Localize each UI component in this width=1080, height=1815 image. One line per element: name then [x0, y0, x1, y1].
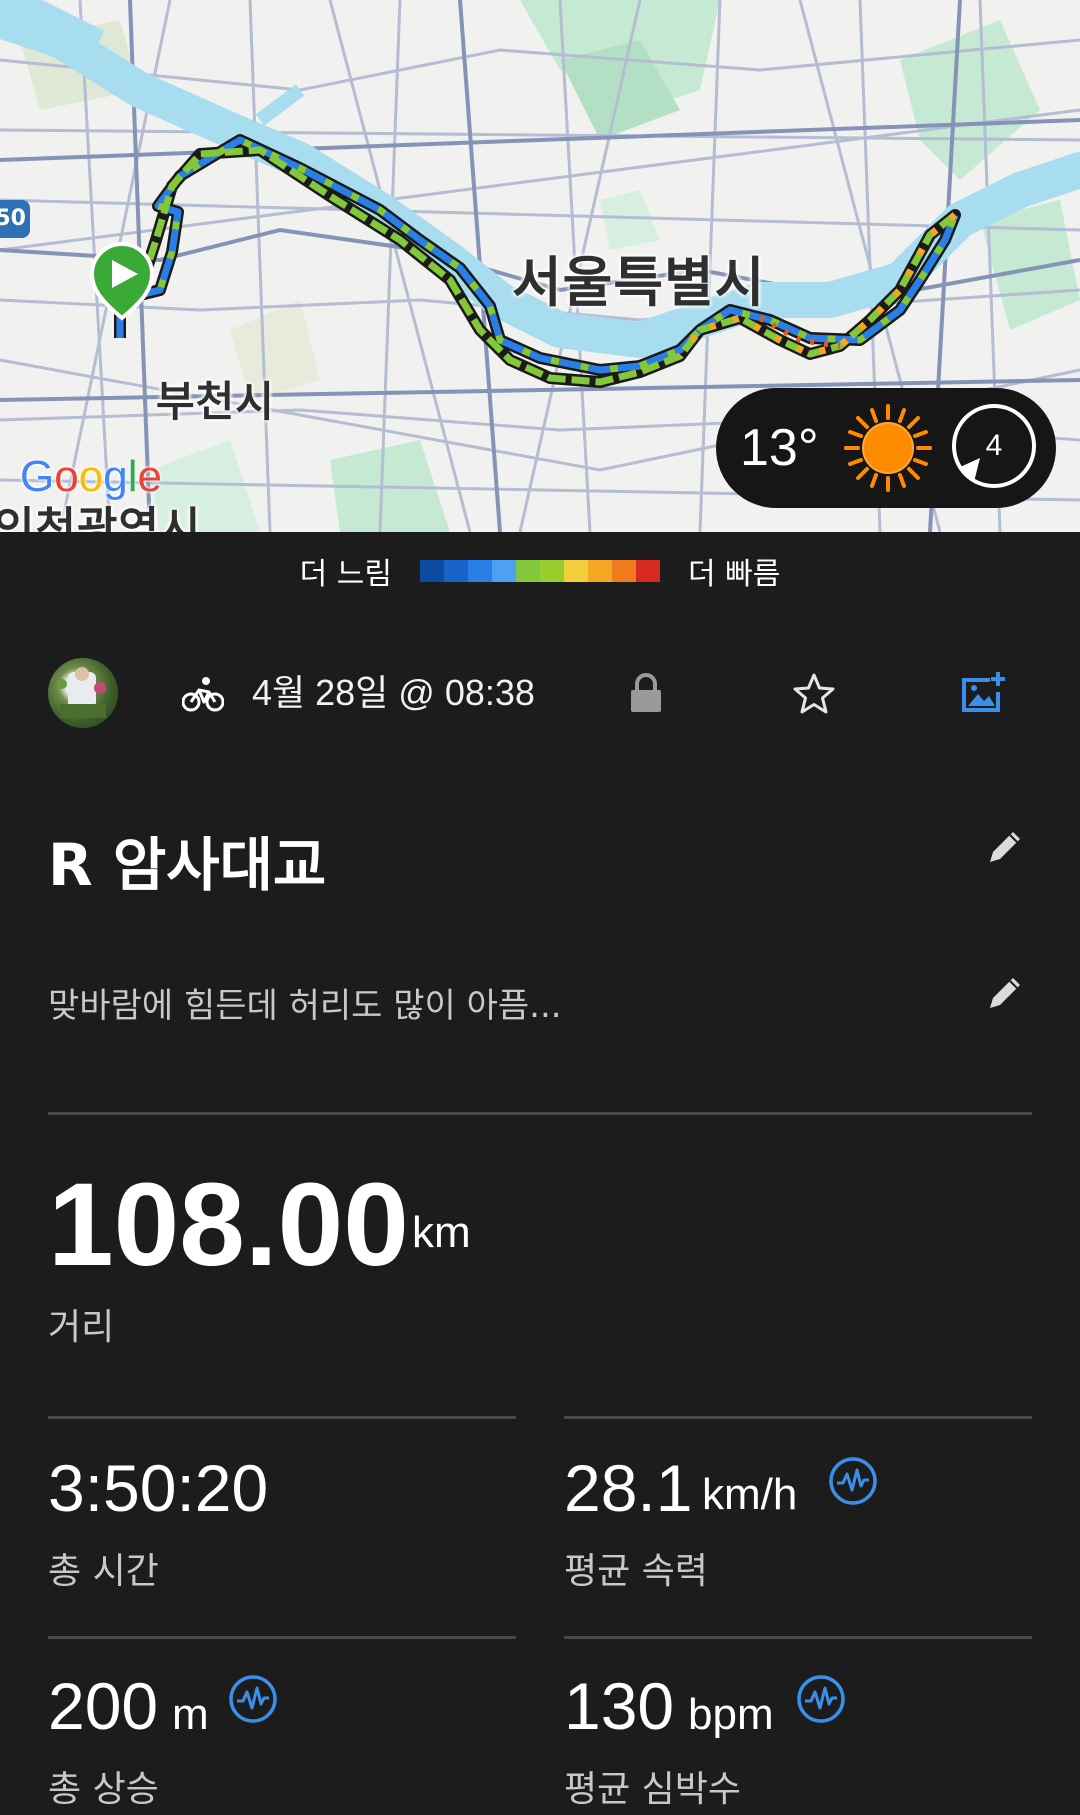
heart-rate-data-icon[interactable]: [828, 1456, 878, 1506]
pace-legend: 더 느림 더 빠름: [0, 532, 1080, 610]
activity-title: R 암사대교: [48, 831, 327, 899]
weather-temperature: 13°: [740, 419, 819, 477]
edit-notes-pencil-icon[interactable]: [984, 972, 1026, 1014]
avg-speed-value: 28.1: [564, 1451, 693, 1525]
total-time-value: 3:50:20: [48, 1451, 269, 1525]
map-label-seoul: 서울특별시: [512, 251, 766, 314]
map-label-bucheon: 부천시: [156, 377, 275, 426]
edit-title-pencil-icon[interactable]: [984, 826, 1026, 868]
legend-faster-label: 더 빠름: [688, 557, 781, 592]
stat-divider: [564, 1416, 1032, 1419]
distance-value: 108.00: [48, 1159, 409, 1291]
distance-unit: km: [412, 1208, 471, 1257]
activity-date-time: 4월 28일 @ 08:38: [252, 672, 535, 713]
stat-divider: [48, 1416, 516, 1419]
lock-icon[interactable]: [628, 672, 664, 714]
google-logo: Google: [20, 452, 162, 501]
total-ascent-value: 200: [48, 1669, 159, 1743]
stat-divider: [48, 1636, 516, 1639]
distance-label: 거리: [48, 1307, 115, 1348]
heart-rate-data-icon[interactable]: [796, 1674, 846, 1724]
avg-hr-label: 평균 심박수: [564, 1769, 742, 1810]
total-ascent-unit: m: [172, 1690, 209, 1739]
wind-speed: 4: [985, 429, 1003, 462]
star-icon[interactable]: [792, 672, 836, 714]
legend-color-bar: [420, 560, 660, 582]
add-photo-icon[interactable]: [960, 670, 1006, 716]
total-ascent-label: 총 상승: [48, 1769, 159, 1810]
legend-slower-label: 더 느림: [299, 557, 392, 592]
section-divider: [48, 1112, 1032, 1115]
highway-badge: 50: [0, 200, 30, 238]
total-time-label: 총 시간: [48, 1551, 159, 1592]
stat-divider: [564, 1636, 1032, 1639]
activity-notes: 맞바람에 힘든데 허리도 많이 아픔...: [48, 986, 562, 1026]
avg-speed-unit: km/h: [702, 1470, 798, 1519]
bike-icon: [182, 677, 224, 712]
avg-hr-unit: bpm: [688, 1690, 774, 1739]
weather-widget[interactable]: 13° 4: [716, 388, 1056, 508]
route-map[interactable]: 서울특별시 부천시 인천광역시 50 Google 13° 4: [0, 0, 1080, 532]
avg-hr-value: 130: [564, 1669, 675, 1743]
heart-rate-data-icon[interactable]: [228, 1674, 278, 1724]
avg-speed-label: 평균 속력: [564, 1551, 708, 1592]
activity-header: 4월 28일 @ 08:38: [0, 658, 1080, 728]
sun-icon: [844, 404, 932, 492]
